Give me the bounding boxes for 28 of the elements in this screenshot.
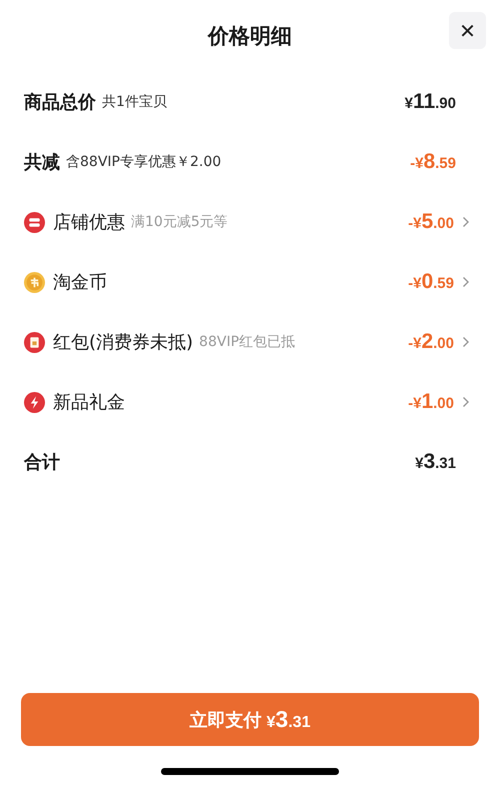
sheet-title: 价格明细 <box>208 23 292 50</box>
row-label: 店铺优惠 <box>53 211 125 234</box>
row-amount: ¥3.31 <box>415 450 456 474</box>
envelope-icon <box>24 332 45 352</box>
row-amount: -¥1.00 <box>408 390 454 414</box>
chevron-icon[interactable] <box>462 336 470 348</box>
row-label: 淘金币 <box>53 271 107 294</box>
row-amount: ¥11.90 <box>404 90 456 114</box>
row-amount: -¥2.00 <box>408 330 454 354</box>
row-label: 红包(消费券未抵) <box>53 331 194 354</box>
close-button[interactable]: ✕ <box>449 12 486 49</box>
row-note: 含88VIP专享优惠￥2.00 <box>66 153 222 171</box>
coin-icon <box>24 272 45 292</box>
row-label: 合计 <box>24 451 60 474</box>
row-note: 满10元减5元等 <box>131 213 228 231</box>
chevron-icon[interactable] <box>462 216 470 228</box>
row-label: 共减 <box>24 151 60 174</box>
chevron-icon[interactable] <box>462 276 470 288</box>
row-label: 新品礼金 <box>53 391 125 414</box>
row-note: 共1件宝贝 <box>102 93 167 111</box>
chevron-icon[interactable] <box>462 396 470 408</box>
row-note: 88VIP红包已抵 <box>199 333 296 351</box>
row-label: 商品总价 <box>24 91 96 114</box>
shop-icon <box>24 212 45 232</box>
row-amount: -¥0.59 <box>408 270 454 294</box>
row-amount: -¥5.00 <box>408 210 454 234</box>
lightning-icon <box>24 392 45 412</box>
row-amount: -¥8.59 <box>410 150 456 174</box>
